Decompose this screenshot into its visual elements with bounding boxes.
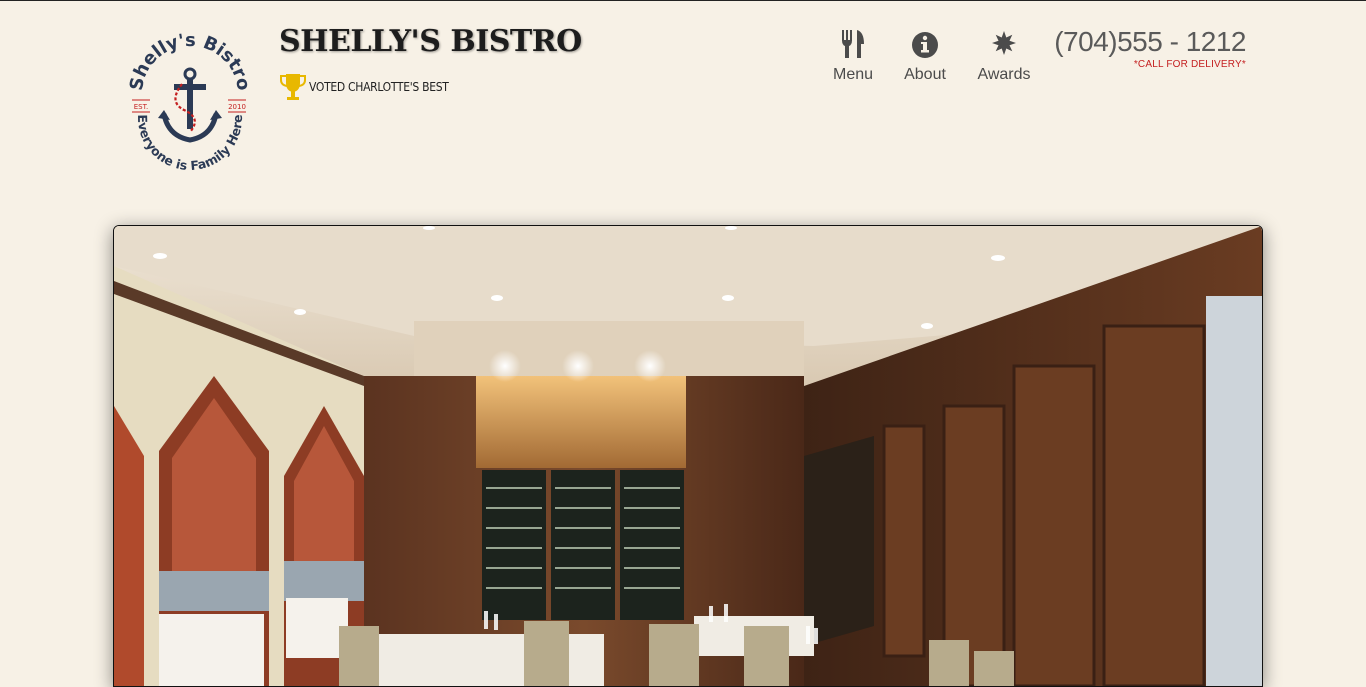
starburst-icon [992,31,1016,55]
nav-about[interactable]: About [898,28,952,84]
phone-number[interactable]: (704)555 - 1212 [1054,26,1246,58]
hero-image [113,225,1263,687]
logo-est: EST. [134,103,149,111]
nav-awards[interactable]: Awards [973,28,1035,84]
trophy-icon [280,74,306,100]
delivery-note: *CALL FOR DELIVERY* [1133,59,1246,70]
nav-awards-label[interactable]: Awards [973,66,1035,84]
logo-year: 2010 [228,103,246,111]
info-icon [912,32,938,58]
restaurant-photo [114,226,1262,686]
anchor-logo-icon: Shelly's Bistro Everyone is Family Here … [126,32,254,172]
tagline: VOTED CHARLOTTE'S BEST [279,71,449,103]
nav-about-label[interactable]: About [898,66,952,84]
nav-menu-label[interactable]: Menu [829,66,877,84]
site-title: SHELLY'S BISTRO [279,24,582,59]
fork-knife-icon [842,30,864,58]
phone-block: (704)555 - 1212 *CALL FOR DELIVERY* [1054,26,1246,70]
nav-menu[interactable]: Menu [829,28,877,84]
top-border [0,0,1366,1]
logo[interactable]: Shelly's Bistro Everyone is Family Here … [124,32,256,172]
tagline-text: VOTED CHARLOTTE'S BEST [309,80,449,94]
